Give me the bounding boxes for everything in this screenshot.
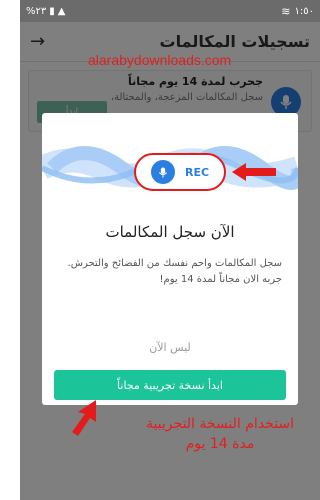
trial-dialog: REC الآن سجل المكالمات سجل المكالمات واح… [42,113,298,405]
dialog-description: سجل المكالمات واحم نفسك من الفضائح والتح… [67,258,282,285]
dialog-title: الآن سجل المكالمات [105,223,235,241]
annotation-line-2: مدة 14 يوم [185,436,255,452]
watermark: alarabydownloads.com [88,52,232,68]
start-free-trial-button[interactable]: ابدأ نسخة تجريبية مجاناً [54,370,286,400]
rec-button: REC [134,153,226,191]
annotation-text: استخدام النسخة التجريبية مدة 14 يوم [130,414,310,454]
status-bar: %٢٣ ▮ ▲ ≋ ١:٥٠ [20,0,320,22]
red-arrow-icon [232,163,276,181]
not-now-button[interactable]: ليس الآن [42,341,298,354]
battery-icon: ▮ [49,5,55,17]
battery-level: %٢٣ [26,5,47,17]
status-left: %٢٣ ▮ ▲ [26,6,65,17]
annotation-arrow-icon [72,400,96,436]
annotation-line-1: استخدام النسخة التجريبية [145,416,295,432]
clock: ١:٥٠ [294,5,314,17]
signal-icon: ▲ [57,5,66,17]
rec-label: REC [184,165,210,179]
wifi-icon: ≋ [281,4,291,18]
status-right: ≋ ١:٥٠ [281,5,314,18]
microphone-icon [150,160,175,184]
